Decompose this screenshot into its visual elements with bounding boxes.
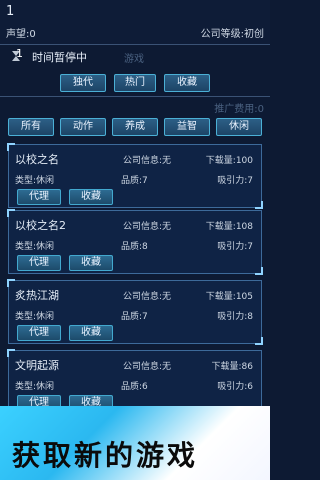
game-name: 文明起源 (15, 359, 59, 372)
divider (0, 44, 270, 45)
category-action[interactable]: 动作 (60, 118, 106, 136)
agent-button[interactable]: 代理 (17, 255, 61, 271)
game-quality: 品质:6 (121, 382, 148, 392)
category-puzzle[interactable]: 益智 (164, 118, 210, 136)
downloads: 下载量:100 (205, 156, 253, 166)
game-quality: 品质:7 (121, 312, 148, 322)
time-speed: 1 (16, 47, 23, 60)
category-casual[interactable]: 休闲 (216, 118, 262, 136)
game-type: 类型:休闲 (15, 176, 55, 186)
reputation: 声望:0 (6, 29, 36, 40)
time-status: 时间暂停中 (32, 51, 87, 64)
company-info: 公司信息:无 (123, 292, 172, 302)
section-title: 游戏 (124, 54, 144, 65)
game-name: 以校之名2 (15, 219, 66, 232)
category-all[interactable]: 所有 (8, 118, 54, 136)
banner-text: 获取新的游戏 (12, 439, 199, 472)
company-info: 公司信息:无 (123, 362, 172, 372)
tab-bar: 独代 热门 收藏 (0, 74, 270, 96)
game-quality: 品质:7 (121, 176, 148, 186)
game-card: 炙热江湖 公司信息:无 下载量:105 类型:休闲 品质:7 吸引力:8 代理 … (7, 279, 263, 345)
game-name: 以校之名 (15, 153, 59, 166)
company-level: 公司等级:初创 (200, 29, 264, 40)
game-appeal: 吸引力:7 (217, 242, 253, 252)
category-raising[interactable]: 养成 (112, 118, 158, 136)
game-name: 炙热江湖 (15, 289, 59, 302)
favorite-button[interactable]: 收藏 (69, 255, 113, 271)
game-appeal: 吸引力:8 (217, 312, 253, 322)
agent-button[interactable]: 代理 (17, 189, 61, 205)
game-card: 以校之名 公司信息:无 下载量:100 类型:休闲 品质:7 吸引力:7 代理 … (7, 143, 263, 209)
game-type: 类型:休闲 (15, 382, 55, 392)
company-info: 公司信息:无 (123, 222, 172, 232)
agent-button[interactable]: 代理 (17, 325, 61, 341)
divider (0, 96, 270, 97)
status-bar: 1 声望:0 公司等级:初创 (0, 0, 270, 44)
favorite-button[interactable]: 收藏 (69, 325, 113, 341)
promotion-fee: 推广费用:0 (214, 104, 264, 115)
company-info: 公司信息:无 (123, 156, 172, 166)
game-card: 以校之名2 公司信息:无 下载量:108 类型:休闲 品质:8 吸引力:7 代理… (7, 209, 263, 275)
game-type: 类型:休闲 (15, 312, 55, 322)
tab-popular[interactable]: 热门 (114, 74, 156, 92)
tab-favorites[interactable]: 收藏 (164, 74, 210, 92)
favorite-button[interactable]: 收藏 (69, 189, 113, 205)
game-type: 类型:休闲 (15, 242, 55, 252)
time-row: 1 时间暂停中 游戏 (0, 46, 270, 68)
day-counter: 1 (6, 4, 15, 19)
game-appeal: 吸引力:6 (217, 382, 253, 392)
promo-banner: 获取新的游戏 (0, 406, 270, 480)
downloads: 下载量:105 (205, 292, 253, 302)
downloads: 下载量:86 (211, 362, 254, 372)
downloads: 下载量:108 (205, 222, 253, 232)
game-appeal: 吸引力:7 (217, 176, 253, 186)
tab-exclusive[interactable]: 独代 (60, 74, 106, 92)
category-bar: 所有 动作 养成 益智 休闲 (0, 118, 270, 140)
game-quality: 品质:8 (121, 242, 148, 252)
game-card: 文明起源 公司信息:无 下载量:86 类型:休闲 品质:6 吸引力:6 代理 收… (7, 349, 263, 415)
